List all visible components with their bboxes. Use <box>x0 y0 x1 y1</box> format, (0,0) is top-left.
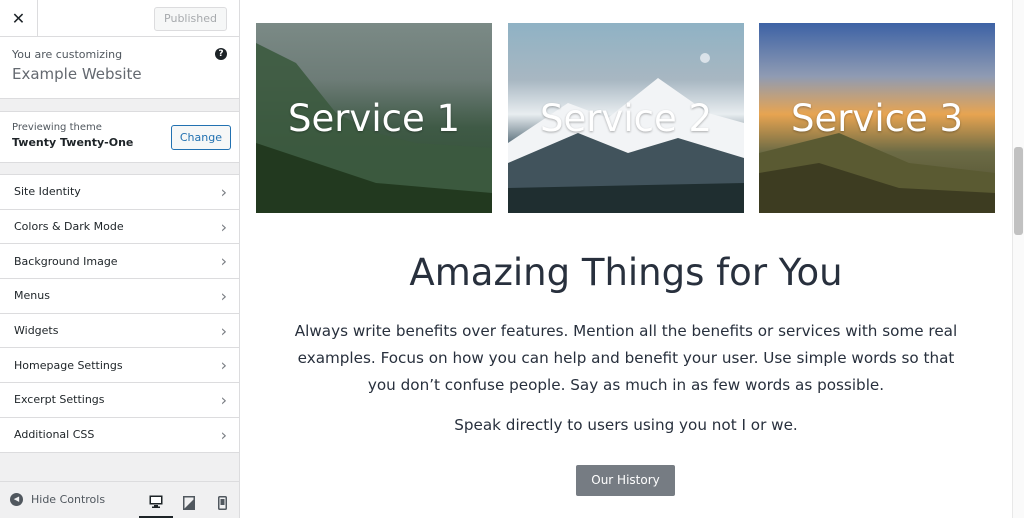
customizing-info: You are customizing Example Website ? <box>0 37 239 99</box>
customizing-label: You are customizing <box>12 48 123 61</box>
change-theme-button[interactable]: Change <box>170 125 231 150</box>
section-tagline: Speak directly to users using you not I … <box>454 416 798 434</box>
site-name: Example Website <box>12 65 142 83</box>
menu-item-menus[interactable]: Menus › <box>0 279 239 314</box>
service-card-3[interactable]: Service 3 <box>759 23 995 213</box>
close-icon: ✕ <box>11 9 26 28</box>
close-button[interactable]: ✕ <box>0 0 38 37</box>
chevron-right-icon: › <box>220 286 227 306</box>
mobile-icon <box>217 496 227 510</box>
desktop-icon <box>149 495 163 508</box>
menu-item-excerpt-settings[interactable]: Excerpt Settings › <box>0 383 239 418</box>
our-history-button[interactable]: Our History <box>576 465 675 496</box>
mobile-preview-button[interactable] <box>205 487 239 518</box>
menu-item-label: Colors & Dark Mode <box>14 220 124 234</box>
chevron-right-icon: › <box>220 355 227 375</box>
service-title: Service 2 <box>539 96 713 140</box>
menu-item-label: Excerpt Settings <box>14 393 105 407</box>
chevron-right-icon: › <box>220 182 227 202</box>
published-button[interactable]: Published <box>154 7 227 31</box>
tablet-preview-button[interactable] <box>172 487 206 518</box>
help-icon[interactable]: ? <box>215 48 227 60</box>
site-preview: Service 1 Service 2 Service 3 Amazing Th… <box>240 0 1024 518</box>
hide-controls-label: Hide Controls <box>31 493 106 506</box>
scrollbar-thumb[interactable] <box>1014 147 1023 235</box>
menu-item-label: Site Identity <box>14 185 81 199</box>
menu-item-colors-dark-mode[interactable]: Colors & Dark Mode › <box>0 210 239 245</box>
menu-item-widgets[interactable]: Widgets › <box>0 314 239 349</box>
menu-item-label: Additional CSS <box>14 428 95 442</box>
menu-item-label: Background Image <box>14 254 118 268</box>
chevron-right-icon: › <box>220 251 227 271</box>
chevron-right-icon: › <box>220 217 227 237</box>
service-title: Service 1 <box>287 96 461 140</box>
theme-info: Previewing theme Twenty Twenty-One Chang… <box>0 111 239 163</box>
service-card-2[interactable]: Service 2 <box>508 23 744 213</box>
section-heading: Amazing Things for You <box>409 251 843 294</box>
menu-item-label: Homepage Settings <box>14 358 123 372</box>
customizer-sidebar: ✕ Published You are customizing Example … <box>0 0 240 518</box>
desktop-preview-button[interactable] <box>139 487 173 518</box>
menu-item-label: Widgets <box>14 324 59 338</box>
tablet-icon <box>183 496 195 510</box>
preview-scrollbar[interactable] <box>1012 0 1024 518</box>
menu-item-homepage-settings[interactable]: Homepage Settings › <box>0 348 239 384</box>
menu-item-site-identity[interactable]: Site Identity › <box>0 175 239 210</box>
customizer-topbar: ✕ Published <box>0 0 239 37</box>
chevron-right-icon: › <box>220 390 227 410</box>
customizer-footer: ◀ Hide Controls <box>0 481 239 518</box>
menu-item-background-image[interactable]: Background Image › <box>0 244 239 280</box>
collapse-icon: ◀ <box>10 493 23 506</box>
chevron-right-icon: › <box>220 425 227 445</box>
menu-item-label: Menus <box>14 289 50 303</box>
section-body-text: Always write benefits over features. Men… <box>294 322 958 394</box>
hide-controls-button[interactable]: ◀ Hide Controls <box>10 493 105 506</box>
service-card-1[interactable]: Service 1 <box>256 23 492 213</box>
service-title: Service 3 <box>790 96 964 140</box>
menu-item-additional-css[interactable]: Additional CSS › <box>0 418 239 453</box>
customizer-menu: Site Identity › Colors & Dark Mode › Backg… <box>0 174 239 453</box>
chevron-right-icon: › <box>220 321 227 341</box>
